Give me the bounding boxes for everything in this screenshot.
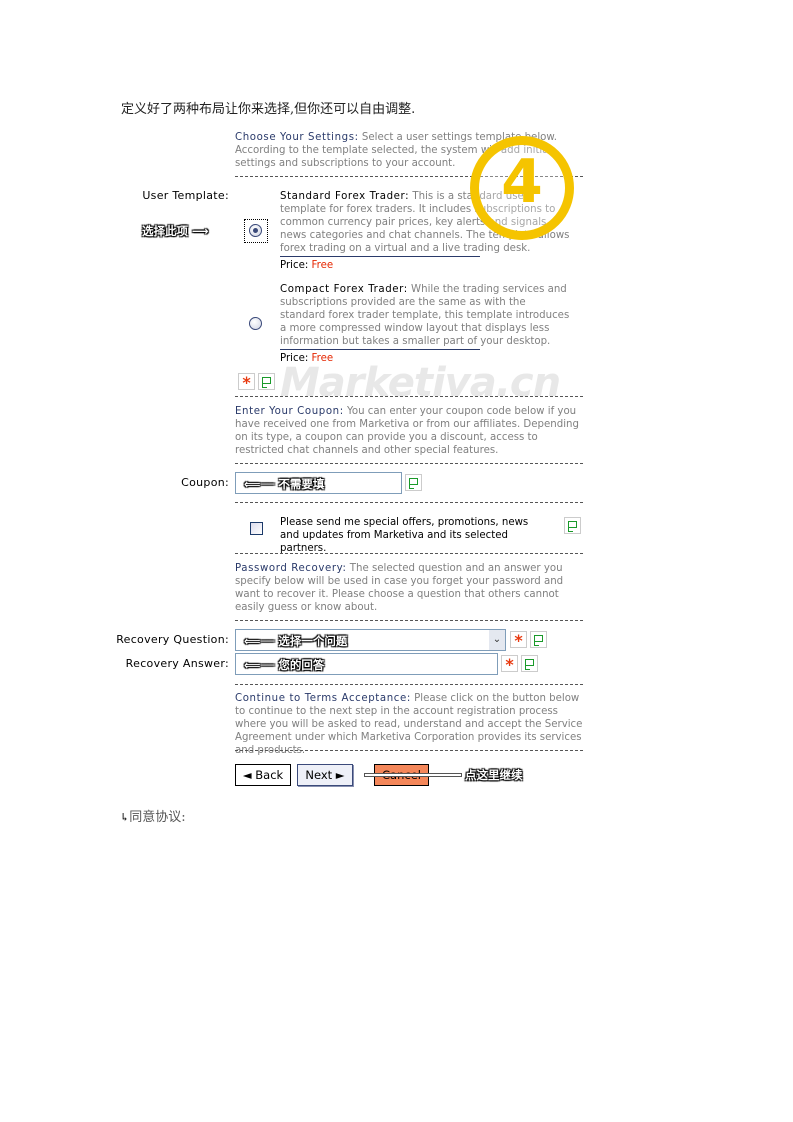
divider (235, 553, 583, 554)
radio-standard-trader[interactable] (249, 224, 262, 237)
annotation-continue: 点这里继续 (465, 768, 523, 782)
underline (280, 349, 480, 350)
recovery-question-select[interactable]: ⟸── 选择一个问题 ⌄ (235, 629, 506, 651)
back-button[interactable]: ◄ Back (235, 764, 291, 786)
divider (235, 396, 583, 397)
annotation-answer: ⟸── 您的回答 (244, 658, 325, 672)
price-value: Free (311, 260, 334, 271)
terms-section: Continue to Terms Acceptance: Please cli… (235, 692, 587, 757)
price-label: Price: (280, 260, 309, 271)
section-title: Password Recovery: (235, 563, 347, 574)
section-title: Continue to Terms Acceptance: (235, 693, 411, 704)
user-template-label: User Template: (142, 189, 229, 202)
radio-compact-trader[interactable] (249, 317, 262, 330)
divider (235, 750, 583, 751)
help-icon[interactable] (258, 373, 275, 390)
coupon-label: Coupon: (181, 476, 229, 489)
annotation-coupon: ⟸── 不需要填 (244, 477, 325, 491)
divider (235, 684, 583, 685)
section-title: Choose Your Settings: (235, 132, 359, 143)
divider (235, 620, 583, 621)
footer-label: 同意协议: (129, 810, 186, 825)
price-standard: Price: Free (280, 260, 333, 271)
recovery-answer-label: Recovery Answer: (125, 657, 229, 670)
asterisk-icon: * (510, 631, 527, 650)
offers-checkbox[interactable] (250, 522, 263, 535)
recovery-question-label: Recovery Question: (116, 633, 229, 646)
asterisk-icon: * (501, 655, 518, 674)
help-icon[interactable] (521, 655, 538, 672)
badge-watermark: 4 (470, 136, 574, 240)
intro-text: 定义好了两种布局让你来选择,但你还可以自由调整. (121, 102, 416, 117)
divider (235, 463, 583, 464)
password-section: Password Recovery: The selected question… (235, 562, 587, 614)
arrow-return-icon: ↳ (120, 811, 130, 824)
help-icon[interactable] (405, 474, 422, 491)
divider (235, 502, 583, 503)
option-title: Compact Forex Trader: (280, 284, 408, 295)
coupon-section: Enter Your Coupon: You can enter your co… (235, 405, 587, 457)
asterisk-icon: * (238, 373, 255, 392)
next-button[interactable]: Next ► (297, 764, 353, 786)
help-icon[interactable] (564, 517, 581, 534)
option-compact: Compact Forex Trader: While the trading … (280, 283, 570, 348)
footer-text: ↳同意协议: (120, 806, 186, 825)
annotation-select-this: 选择此项 ⟶ (142, 224, 209, 238)
marketiva-watermark: Marketiva.cn (280, 360, 561, 406)
document-page: 定义好了两种布局让你来选择,但你还可以自由调整. Choose Your Set… (0, 0, 793, 1122)
option-title: Standard Forex Trader: (280, 191, 410, 202)
section-title: Enter Your Coupon: (235, 406, 344, 417)
recovery-answer-input[interactable]: ⟸── 您的回答 (235, 653, 498, 675)
coupon-input[interactable]: ⟸── 不需要填 (235, 472, 402, 494)
arrow-icon (364, 773, 462, 777)
chevron-down-icon[interactable]: ⌄ (489, 630, 505, 650)
help-icon[interactable] (530, 631, 547, 648)
badge-number: 4 (501, 147, 543, 217)
annotation-question: ⟸── 选择一个问题 (244, 634, 348, 648)
underline (280, 256, 480, 257)
offers-text: Please send me special offers, promotion… (280, 517, 529, 554)
